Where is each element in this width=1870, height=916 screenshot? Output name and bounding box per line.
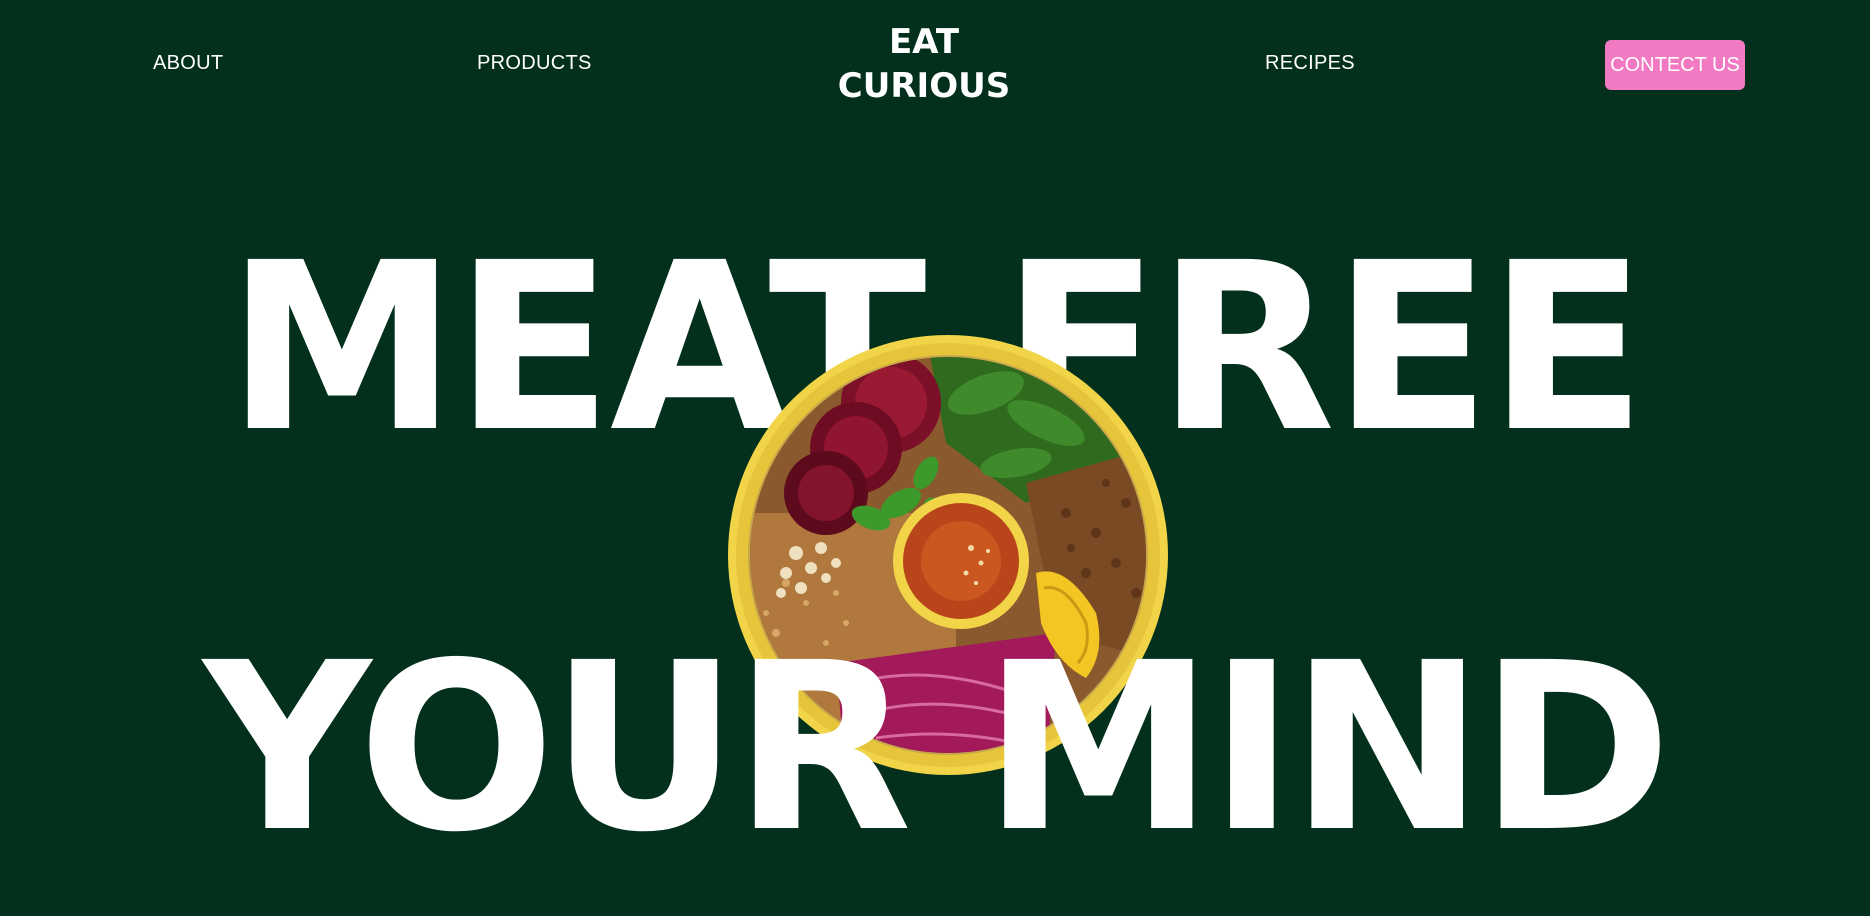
nav-link-recipes[interactable]: RECIPES bbox=[1265, 52, 1355, 75]
contact-us-button[interactable]: CONTECT US bbox=[1605, 40, 1745, 90]
brand-logo[interactable]: EAT CURIOUS bbox=[824, 20, 1024, 108]
top-navigation: ABOUT PRODUCTS EAT CURIOUS RECIPES CONTE… bbox=[0, 0, 1870, 130]
logo-line-1: EAT bbox=[888, 22, 960, 62]
hero-headline-line-2: YOUR MIND bbox=[203, 613, 1672, 883]
nav-link-products[interactable]: PRODUCTS bbox=[477, 52, 592, 75]
nav-link-about[interactable]: ABOUT bbox=[153, 52, 223, 75]
logo-line-2: CURIOUS bbox=[837, 66, 1011, 106]
